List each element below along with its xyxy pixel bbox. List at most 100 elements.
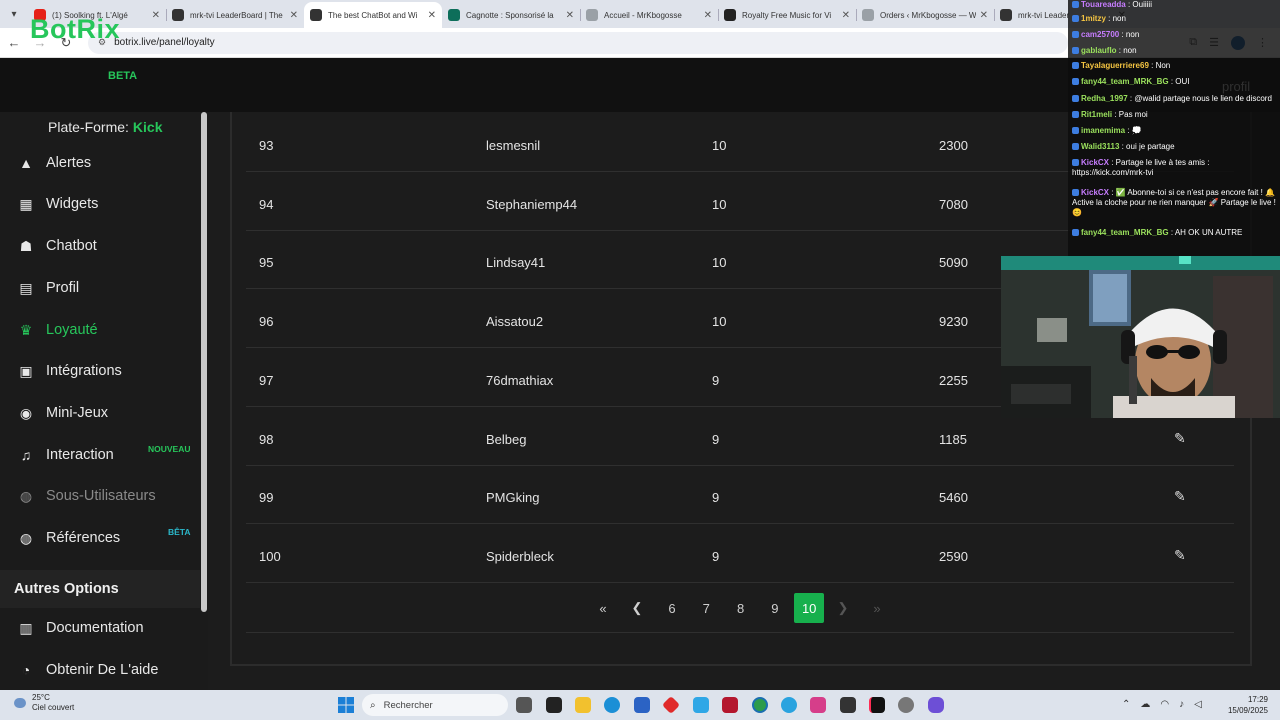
app-icon-3[interactable] <box>693 697 709 713</box>
sidebar-item-0[interactable]: ▲ Alertes <box>0 145 200 181</box>
weather-condition: Ciel couvert <box>32 703 75 712</box>
sidebar-item-label: Mini-Jeux <box>46 405 109 421</box>
chat-message: KickCX : Partage le live à tes amis : ht… <box>1072 158 1278 178</box>
sidebar-item-label: Widgets <box>46 196 99 212</box>
sidebar-item-2[interactable]: ☗ Chatbot <box>0 228 200 264</box>
settings-icon[interactable] <box>898 697 914 713</box>
chat-badge-icon <box>1072 78 1079 86</box>
warning-icon: ▲ <box>19 155 33 171</box>
next-page-icon[interactable]: ❯ <box>828 593 858 623</box>
level-cell: 9 <box>712 372 720 388</box>
chat-username: KickCX <box>1081 188 1110 197</box>
rank-cell: 99 <box>259 490 274 506</box>
platform-indicator: Plate-Forme: Kick <box>48 119 163 135</box>
platform-value[interactable]: Kick <box>133 119 163 135</box>
tab-search-icon[interactable]: ▾ <box>0 0 28 28</box>
stream-chat-overlay: Touareadda : Ouiiiii 1mitzy : non cam25700… <box>1068 0 1280 256</box>
volume-icon[interactable]: ◁ <box>1194 699 1202 710</box>
chat-message: KickCX : ✅ Abonne-toi si ce n'est pas en… <box>1072 188 1278 218</box>
instagram-icon[interactable] <box>810 697 826 713</box>
tab-title: The best ChatBot and Wi <box>328 10 418 20</box>
other-option-item-0[interactable]: ▥ Documentation <box>0 610 200 646</box>
file-explorer-icon[interactable] <box>575 697 591 713</box>
first-page-icon[interactable]: « <box>588 593 618 623</box>
chevron-up-icon[interactable]: ⌃ <box>1122 699 1130 710</box>
sidebar-item-3[interactable]: ▤ Profil <box>0 270 200 306</box>
edit-icon[interactable]: ✎ <box>1174 547 1186 564</box>
back-icon[interactable]: ← <box>2 35 26 50</box>
page-6-button[interactable]: 6 <box>657 593 687 623</box>
page-7-button[interactable]: 7 <box>691 593 721 623</box>
sidebar-scrollbar-thumb[interactable] <box>201 112 207 612</box>
edit-icon[interactable]: ✎ <box>1174 430 1186 447</box>
app-icon-2[interactable] <box>661 695 681 715</box>
tab-title: Orders ‹ MrKbogosse — W <box>880 10 976 20</box>
network-icon[interactable]: ◠ <box>1160 699 1169 710</box>
sidebar-item-7[interactable]: ♫ Interaction NOUVEAU <box>0 437 200 473</box>
task-view-icon[interactable] <box>516 697 532 713</box>
sidebar-item-5[interactable]: ▣ Intégrations <box>0 353 200 389</box>
sidebar-item-6[interactable]: ◉ Mini-Jeux <box>0 395 200 431</box>
sidebar-item-8[interactable]: ◍ Sous-Utilisateurs <box>0 478 200 514</box>
onedrive-icon[interactable]: ☁ <box>1140 699 1150 710</box>
other-option-item-1[interactable]: ◔ Obtenir De L'aide <box>0 652 200 688</box>
page-9-button[interactable]: 9 <box>760 593 790 623</box>
level-cell: 9 <box>712 431 720 447</box>
level-cell: 9 <box>712 548 720 564</box>
tab-close-icon[interactable]: ✕ <box>428 10 436 21</box>
username-cell: Aissatou2 <box>486 314 544 330</box>
tab-close-icon[interactable]: ✕ <box>152 10 160 21</box>
chat-text: : OUI <box>1168 77 1190 86</box>
chat-text: : non <box>1116 46 1137 55</box>
chat-username: Walid3113 <box>1081 142 1120 151</box>
chat-message: gablauflo : non <box>1072 46 1278 56</box>
browser-tab[interactable]: Orders ‹ MrKbogosse — W ✕ <box>856 2 994 28</box>
tab-close-icon[interactable]: ✕ <box>980 10 988 21</box>
edit-icon[interactable]: ✎ <box>1174 488 1186 505</box>
grid-icon: ▦ <box>19 195 33 212</box>
clock-date: 15/09/2025 <box>1227 706 1268 715</box>
book-icon: ▥ <box>19 619 33 636</box>
browser-tab[interactable]: The best ChatBot and Wi ✕ <box>304 2 442 28</box>
store-icon[interactable] <box>634 697 650 713</box>
last-page-icon[interactable]: » <box>862 593 892 623</box>
chat-message: Tayalaguerriere69 : Non <box>1072 61 1278 71</box>
chat-text: : oui je partage <box>1119 142 1175 151</box>
tab-favicon-icon <box>310 9 322 21</box>
weather-widget[interactable]: 25°C Ciel couvert <box>14 693 74 713</box>
rank-cell: 95 <box>259 255 274 271</box>
discord-icon[interactable] <box>928 697 944 713</box>
chat-text: : non <box>1105 14 1126 23</box>
page-8-button[interactable]: 8 <box>726 593 756 623</box>
sidebar-item-1[interactable]: ▦ Widgets <box>0 186 200 222</box>
tiktok-icon[interactable] <box>869 697 885 713</box>
edge-icon[interactable] <box>604 697 620 713</box>
table-row: 99 PMGking 9 5460 ✎ <box>246 466 1234 525</box>
tab-close-icon[interactable]: ✕ <box>842 10 850 21</box>
previous-page-icon[interactable]: ❮ <box>622 593 652 623</box>
app-icon-1[interactable] <box>546 697 562 713</box>
address-bar[interactable]: ⚙ botrix.live/panel/loyalty <box>88 31 1068 54</box>
chat-message: Rit1meli : Pas moi <box>1072 110 1278 120</box>
tab-close-icon[interactable]: ✕ <box>290 10 298 21</box>
telegram-icon[interactable] <box>781 697 797 713</box>
chrome-icon[interactable] <box>752 697 768 713</box>
sidebar-item-4[interactable]: ♛ Loyauté <box>0 312 200 348</box>
tab-close-icon[interactable]: ✕ <box>566 10 574 21</box>
microphone-icon[interactable]: ♪ <box>1179 699 1184 710</box>
page-10-button[interactable]: 10 <box>794 593 825 623</box>
taskbar-search[interactable]: ⌕ Rechercher <box>362 694 508 716</box>
system-clock[interactable]: 17:29 15/09/2025 <box>1226 694 1268 716</box>
botrix-logo[interactable]: BotRix <box>30 14 120 45</box>
browser-tab[interactable]: Accueil - MrKbogosse ✕ <box>580 2 718 28</box>
windows-start-icon[interactable] <box>338 697 354 713</box>
browser-tab[interactable]: Cagnotte : Sponsorisé la ✕ <box>442 2 580 28</box>
browser-tab[interactable]: Royalty Free Music for Vi ✕ <box>718 2 856 28</box>
sidebar-item-9[interactable]: ◍ Références BÊTA <box>0 520 200 556</box>
terminal-icon[interactable] <box>840 697 856 713</box>
nav-badge: NOUVEAU <box>148 444 191 454</box>
rank-cell: 100 <box>259 548 281 564</box>
browser-tab[interactable]: mrk-tvi LeaderBoard | The ✕ <box>166 2 304 28</box>
tab-close-icon[interactable]: ✕ <box>704 10 712 21</box>
app-icon-4[interactable] <box>722 697 738 713</box>
